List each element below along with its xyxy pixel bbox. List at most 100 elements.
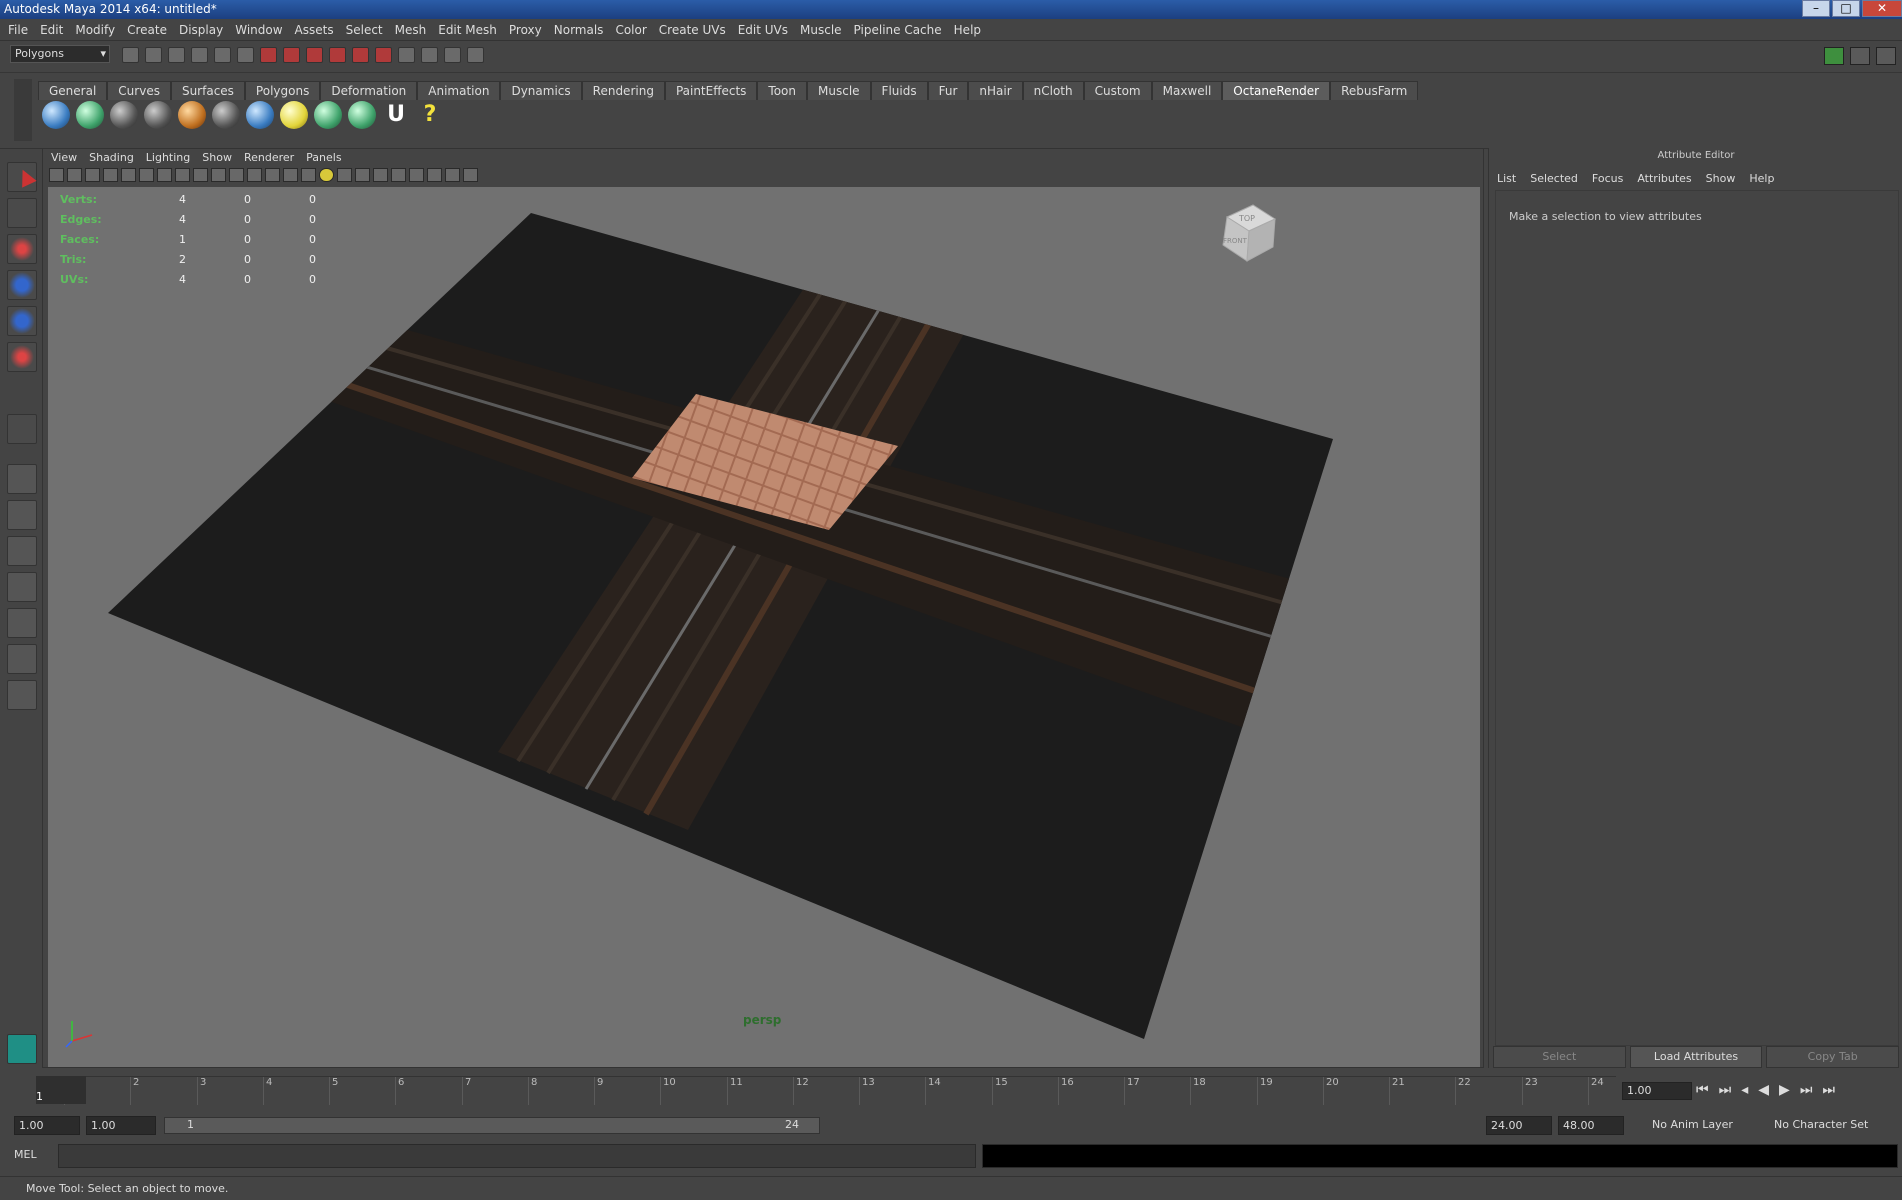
image-plane-icon[interactable] [103, 168, 118, 182]
select-curve-icon[interactable] [306, 47, 323, 63]
attr-menu-list[interactable]: List [1497, 172, 1516, 185]
shelf-tab-rendering[interactable]: Rendering [581, 81, 665, 100]
film-gate-icon[interactable] [139, 168, 154, 182]
panel-menu-panels[interactable]: Panels [306, 151, 341, 164]
menu-proxy[interactable]: Proxy [509, 23, 542, 37]
menu-create-uvs[interactable]: Create UVs [659, 23, 726, 37]
select-handle-icon[interactable] [260, 47, 277, 63]
smooth-shade-icon[interactable] [265, 168, 280, 182]
attr-menu-selected[interactable]: Selected [1530, 172, 1578, 185]
paint-select-tool-icon[interactable] [7, 234, 37, 264]
shelf-handle[interactable] [14, 79, 32, 141]
go-to-end-icon[interactable]: ⏭ [1822, 1082, 1835, 1098]
layout-graph-icon[interactable] [7, 572, 37, 602]
menu-normals[interactable]: Normals [554, 23, 604, 37]
motion-blur-icon[interactable] [373, 168, 388, 182]
close-button[interactable]: ✕ [1862, 0, 1902, 17]
shelf-tab-dynamics[interactable]: Dynamics [500, 81, 582, 100]
tool-settings-toggle-icon[interactable] [1850, 47, 1870, 65]
shelf-tab-octanerender[interactable]: OctaneRender [1222, 81, 1331, 100]
menu-edit[interactable]: Edit [40, 23, 63, 37]
shelf-tab-deformation[interactable]: Deformation [320, 81, 418, 100]
anti-alias-icon[interactable] [391, 168, 406, 182]
menu-muscle[interactable]: Muscle [800, 23, 842, 37]
octane-render-icon[interactable] [212, 101, 240, 129]
attr-menu-focus[interactable]: Focus [1592, 172, 1623, 185]
xray-icon[interactable] [445, 168, 460, 182]
maximize-button[interactable]: □ [1832, 0, 1860, 17]
panel-menu-lighting[interactable]: Lighting [146, 151, 190, 164]
view-cube[interactable]: TOP FRONT [1213, 199, 1283, 269]
minimize-button[interactable]: – [1802, 0, 1830, 17]
layout-single-icon[interactable] [7, 464, 37, 494]
snap-curve-icon[interactable] [421, 47, 438, 63]
menu-modify[interactable]: Modify [75, 23, 115, 37]
safe-title-icon[interactable] [229, 168, 244, 182]
play-backward-icon[interactable]: ◀ [1758, 1082, 1769, 1098]
select-hierarchy-icon[interactable] [191, 47, 208, 63]
menu-mesh[interactable]: Mesh [395, 23, 427, 37]
play-forward-icon[interactable]: ▶ [1779, 1082, 1790, 1098]
octane-settings-icon[interactable] [144, 101, 172, 129]
character-set-dropdown[interactable]: No Character Set [1774, 1116, 1868, 1135]
select-button[interactable]: Select [1493, 1046, 1626, 1068]
show-manipulator-icon[interactable] [7, 414, 37, 444]
help-icon[interactable]: ? [416, 101, 444, 129]
menu-assets[interactable]: Assets [295, 23, 334, 37]
shelf-tab-curves[interactable]: Curves [107, 81, 171, 100]
light-bulb-icon[interactable] [280, 101, 308, 129]
shelf-tab-polygons[interactable]: Polygons [244, 81, 321, 100]
playback-end-field[interactable]: 24.00 [1486, 1116, 1552, 1135]
layout-toggle-icon[interactable] [7, 680, 37, 710]
depth-of-field-icon[interactable] [409, 168, 424, 182]
leaf-alt-icon[interactable] [348, 101, 376, 129]
step-back-frame-icon[interactable]: ◂ [1741, 1082, 1748, 1098]
menu-select[interactable]: Select [346, 23, 383, 37]
menu-pipeline-cache[interactable]: Pipeline Cache [854, 23, 942, 37]
shelf-tab-surfaces[interactable]: Surfaces [170, 81, 245, 100]
menu-create[interactable]: Create [127, 23, 167, 37]
octane-sphere-icon[interactable] [42, 101, 70, 129]
grid-toggle-icon[interactable] [121, 168, 136, 182]
menu-set-dropdown[interactable]: Polygons [10, 45, 110, 63]
panel-menu-shading[interactable]: Shading [89, 151, 134, 164]
attr-menu-attributes[interactable]: Attributes [1637, 172, 1691, 185]
wireframe-on-shaded-icon[interactable] [283, 168, 298, 182]
layout-render-icon[interactable] [7, 644, 37, 674]
layout-four-icon[interactable] [7, 500, 37, 530]
menu-window[interactable]: Window [235, 23, 282, 37]
select-tool-icon[interactable] [7, 162, 37, 192]
animation-end-field[interactable]: 48.00 [1558, 1116, 1624, 1135]
gate-mask-icon[interactable] [175, 168, 190, 182]
bookmark-icon[interactable] [85, 168, 100, 182]
use-all-lights-icon[interactable] [319, 168, 334, 182]
scale-tool-icon[interactable] [7, 342, 37, 372]
u-icon[interactable]: U [382, 101, 410, 129]
playback-start-field[interactable]: 1.00 [86, 1116, 156, 1135]
select-dynamics-icon[interactable] [375, 47, 392, 63]
move-tool-icon[interactable] [7, 270, 37, 300]
menu-edit-uvs[interactable]: Edit UVs [738, 23, 788, 37]
attr-menu-show[interactable]: Show [1706, 172, 1736, 185]
copy-tab-button[interactable]: Copy Tab [1766, 1046, 1900, 1068]
snap-grid-icon[interactable] [398, 47, 415, 63]
shelf-tab-fluids[interactable]: Fluids [870, 81, 928, 100]
current-frame-marker[interactable]: 1 [36, 1076, 86, 1104]
leaf-icon[interactable] [314, 101, 342, 129]
snap-point-icon[interactable] [444, 47, 461, 63]
step-forward-key-icon[interactable]: ⏭ [1800, 1082, 1813, 1098]
shelf-tab-rebusfarm[interactable]: RebusFarm [1330, 81, 1419, 100]
menu-help[interactable]: Help [954, 23, 981, 37]
shelf-tab-general[interactable]: General [38, 81, 108, 100]
lasso-tool-icon[interactable] [7, 198, 37, 228]
shelf-tab-fur[interactable]: Fur [927, 81, 969, 100]
mel-label[interactable]: MEL [14, 1148, 54, 1161]
shelf-tab-muscle[interactable]: Muscle [807, 81, 871, 100]
layout-hypershade-icon[interactable] [7, 608, 37, 638]
menu-color[interactable]: Color [615, 23, 646, 37]
panel-menu-show[interactable]: Show [202, 151, 232, 164]
range-slider[interactable]: 1 24 [164, 1117, 820, 1134]
menu-edit-mesh[interactable]: Edit Mesh [438, 23, 497, 37]
field-chart-icon[interactable] [193, 168, 208, 182]
new-scene-icon[interactable] [122, 47, 139, 63]
